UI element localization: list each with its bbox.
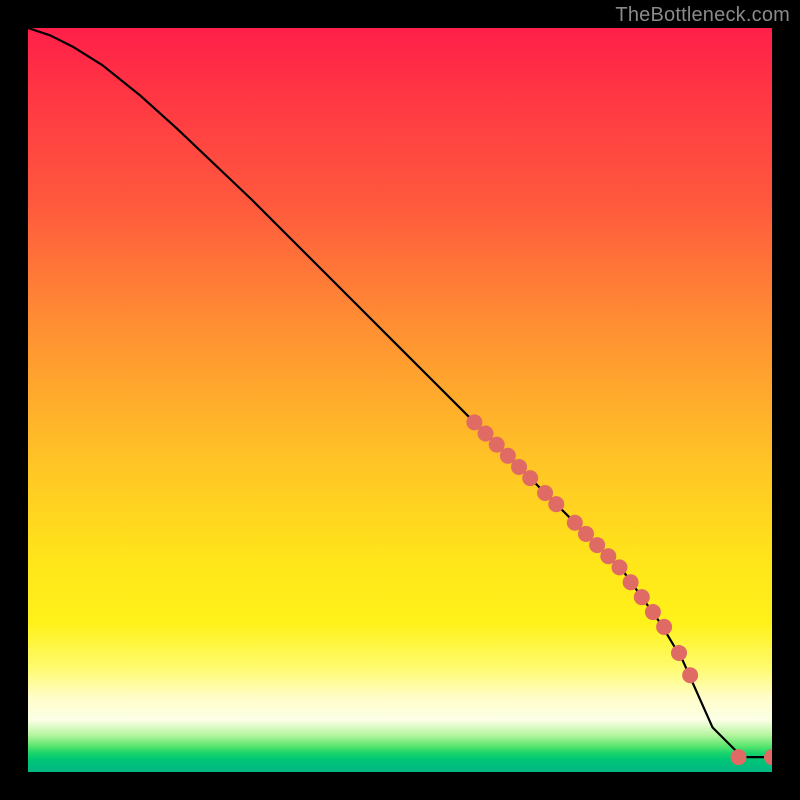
bottleneck-curve-line xyxy=(28,28,772,757)
highlighted-points-group xyxy=(466,414,772,765)
highlighted-point xyxy=(548,496,564,512)
highlighted-point xyxy=(645,604,661,620)
highlighted-point xyxy=(682,667,698,683)
highlighted-point xyxy=(634,589,650,605)
highlighted-point xyxy=(611,559,627,575)
plot-area xyxy=(28,28,772,772)
highlighted-point xyxy=(764,749,772,765)
highlighted-point xyxy=(731,749,747,765)
highlighted-point xyxy=(522,470,538,486)
highlighted-point xyxy=(623,574,639,590)
chart-overlay xyxy=(28,28,772,772)
highlighted-point xyxy=(656,619,672,635)
chart-stage: TheBottleneck.com xyxy=(0,0,800,800)
attribution-label: TheBottleneck.com xyxy=(615,4,790,27)
highlighted-point xyxy=(671,645,687,661)
